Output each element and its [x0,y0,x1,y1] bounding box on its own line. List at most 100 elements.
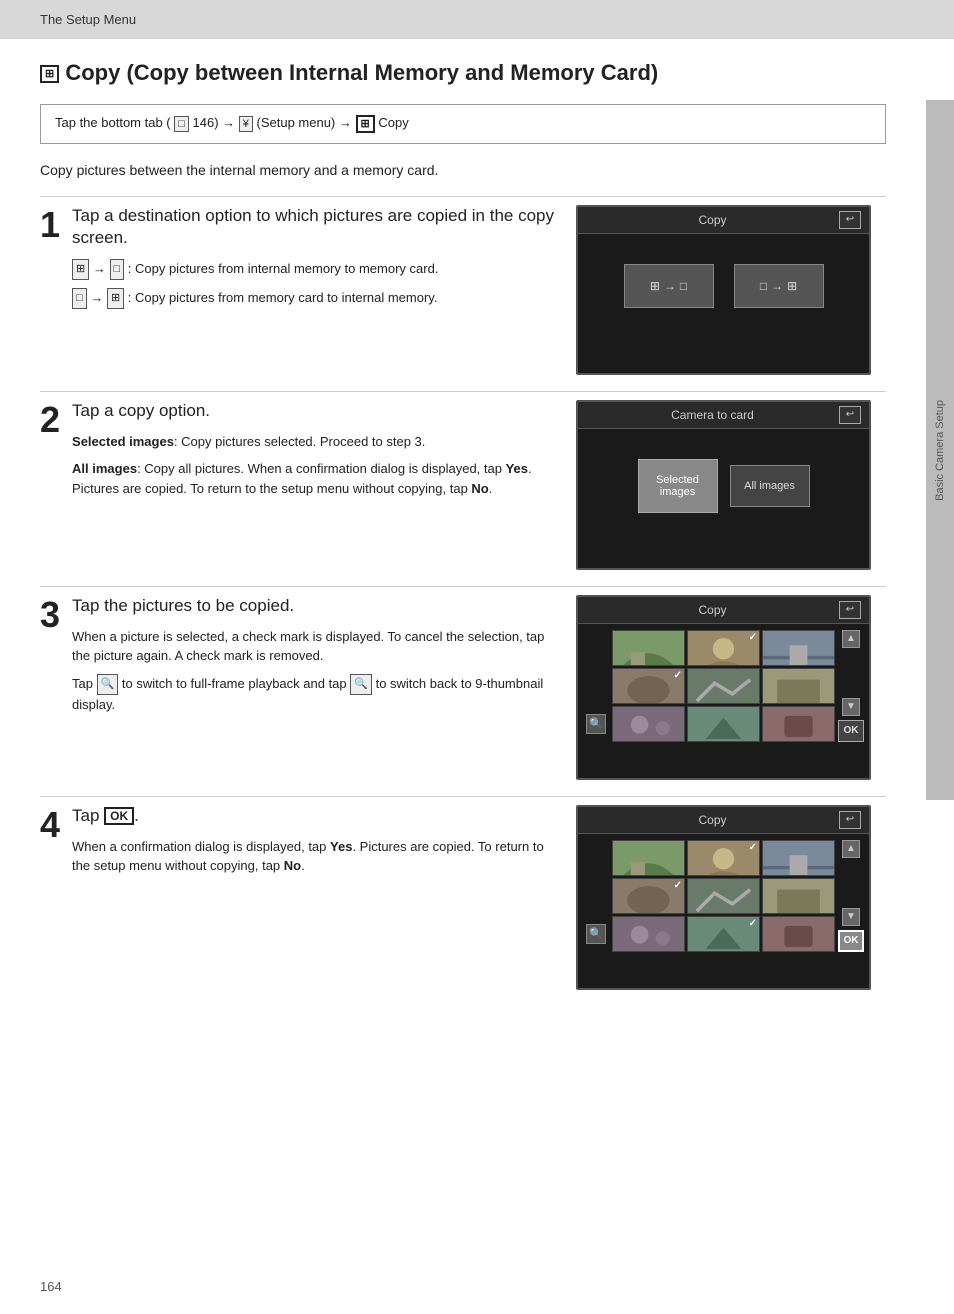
selected-images-label: Selected images [72,434,174,449]
step-4-left: 4 Tap OK. When a confirmation dialog is … [40,796,576,1006]
thumb-1[interactable] [612,630,685,666]
page-number: 164 [40,1279,62,1294]
step-1-right: Copy ↩ ⊞ → □ □ → ⊞ [576,196,886,391]
card-icon-btn: □ [680,279,687,293]
step-3-desc: When a picture is selected, a check mark… [72,627,556,714]
card-icon2: □ [72,288,87,309]
card-icon-btn2: □ [760,279,767,293]
step-1: 1 Tap a destination option to which pict… [40,196,886,391]
screen-3-body: 🔍 [578,624,869,746]
screen-1-body: ⊞ → □ □ → ⊞ [578,234,869,338]
page-description: Copy pictures between the internal memor… [40,162,886,178]
ok-btn-4[interactable]: OK [838,930,864,952]
screen-2: Camera to card ↩ Selectedimages All imag… [576,400,871,570]
step-3-left: 3 Tap the pictures to be copied. When a … [40,586,576,796]
thumb-4-8[interactable] [687,916,760,952]
arrow-icon2: → [771,279,783,293]
thumb-7[interactable] [612,706,685,742]
copy-option-internal-to-card[interactable]: ⊞ → □ [624,264,714,308]
sidebar-label: Basic Camera Setup [934,400,946,501]
scroll-down-btn-4[interactable]: ▼ [842,908,860,926]
step-1-number: 1 [40,207,60,243]
step-2-desc: Selected images: Copy pictures selected.… [72,432,556,499]
zoom-out-icon: 🔍 [350,674,372,695]
screen-1-back[interactable]: ↩ [839,211,861,229]
scroll-up-btn-4[interactable]: ▲ [842,840,860,858]
copy-menu-icon: ⊞ [356,115,375,133]
screen-3-side-controls: ▲ ▼ OK [839,630,863,742]
thumbnails-grid-3 [612,630,835,742]
screen-2-title: Camera to card [586,408,839,422]
zoom-btn[interactable]: 🔍 [586,714,606,734]
screen-1-title: Copy [586,213,839,227]
instruction-text: Tap the bottom tab ( □ 146) → ¥ (Setup m… [55,115,409,130]
step-2-number: 2 [40,402,60,438]
main-content: ⊞ Copy (Copy between Internal Memory and… [0,39,926,1046]
ok-icon: OK [104,807,134,825]
zoom-in-icon: 🔍 [97,674,119,695]
thumb-4-6[interactable] [762,878,835,914]
step-2-title: Tap a copy option. [72,400,556,422]
thumb-4-4[interactable] [612,878,685,914]
thumb-8[interactable] [687,706,760,742]
breadcrumb: The Setup Menu [40,12,136,27]
screen-1-titlebar: Copy ↩ [578,207,869,234]
screen-2-body: Selectedimages All images [578,429,869,543]
thumb-2[interactable] [687,630,760,666]
screen-2-back[interactable]: ↩ [839,406,861,424]
thumb-4-5[interactable] [687,878,760,914]
internal-icon: ⊞ [72,259,89,280]
thumb-6[interactable] [762,668,835,704]
internal-icon2: ⊞ [107,288,124,309]
step-3-number: 3 [40,597,60,633]
step-4-right: Copy ↩ 🔍 [576,796,886,1006]
all-images-label: All images [72,461,137,476]
screen-3: Copy ↩ 🔍 [576,595,871,780]
ok-btn-3[interactable]: OK [838,720,864,742]
card-icon: □ [110,259,125,280]
screen-1: Copy ↩ ⊞ → □ □ → ⊞ [576,205,871,375]
step-1-left: 1 Tap a destination option to which pict… [40,196,576,391]
thumb-5[interactable] [687,668,760,704]
step-4-desc: When a confirmation dialog is displayed,… [72,837,556,876]
zoom-btn-4[interactable]: 🔍 [586,924,606,944]
step-2: 2 Tap a copy option. Selected images: Co… [40,391,886,586]
thumbnails-grid-4 [612,840,835,952]
thumb-3[interactable] [762,630,835,666]
screen-3-title: Copy [586,603,839,617]
step-4-title: Tap OK. [72,805,556,827]
thumb-4-9[interactable] [762,916,835,952]
int-icon: ⊞ [650,279,660,293]
screen-4: Copy ↩ 🔍 [576,805,871,990]
step-1-desc: ⊞ → □ : Copy pictures from internal memo… [72,259,556,309]
sidebar: Basic Camera Setup [926,100,954,800]
top-bar: The Setup Menu [0,0,954,39]
copy-option-card-to-internal[interactable]: □ → ⊞ [734,264,824,308]
step-4: 4 Tap OK. When a confirmation dialog is … [40,796,886,1006]
thumb-4-2[interactable] [687,840,760,876]
copy-icon: ⊞ [40,65,59,83]
thumb-4-7[interactable] [612,916,685,952]
thumb-4[interactable] [612,668,685,704]
screen-3-back[interactable]: ↩ [839,601,861,619]
thumb-4-3[interactable] [762,840,835,876]
page: The Setup Menu Basic Camera Setup ⊞ Copy… [0,0,954,1314]
all-images-btn[interactable]: All images [730,465,810,507]
step-2-right: Camera to card ↩ Selectedimages All imag… [576,391,886,586]
selected-images-btn[interactable]: Selectedimages [638,459,718,513]
screen-4-side-controls: ▲ ▼ OK [839,840,863,952]
screen-4-titlebar: Copy ↩ [578,807,869,834]
thumb-4-1[interactable] [612,840,685,876]
thumb-9[interactable] [762,706,835,742]
int-icon2: ⊞ [787,279,797,293]
setup-icon: ¥ [239,116,253,132]
page-title: ⊞ Copy (Copy between Internal Memory and… [40,59,886,88]
screen-3-left-controls: 🔍 [584,630,608,742]
screen-2-titlebar: Camera to card ↩ [578,402,869,429]
step-4-number: 4 [40,807,60,843]
scroll-up-btn[interactable]: ▲ [842,630,860,648]
instruction-box: Tap the bottom tab ( □ 146) → ¥ (Setup m… [40,104,886,144]
step-3-title: Tap the pictures to be copied. [72,595,556,617]
scroll-down-btn[interactable]: ▼ [842,698,860,716]
screen-4-back[interactable]: ↩ [839,811,861,829]
